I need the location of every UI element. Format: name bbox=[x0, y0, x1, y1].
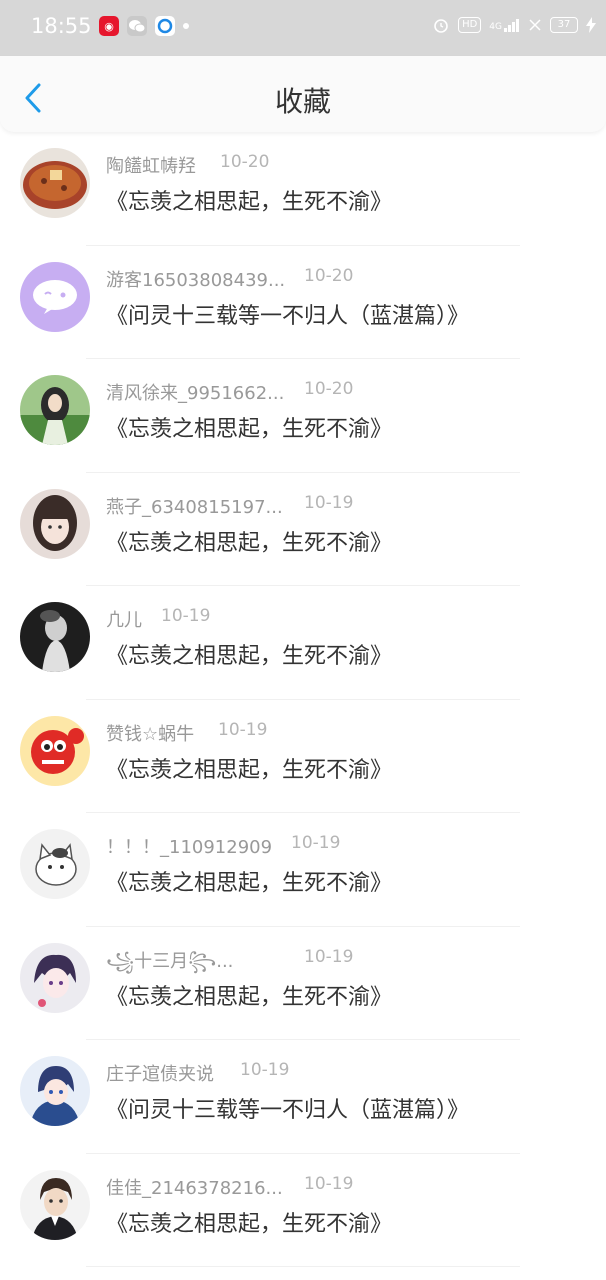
status-time: 18:55 bbox=[31, 14, 92, 38]
item-date: 10-19 bbox=[304, 492, 354, 513]
user-name: 陶饚虹帱羟 bbox=[106, 156, 196, 177]
user-name: ！！！_110912909 bbox=[106, 837, 273, 858]
book-title[interactable]: 《问灵十三载等一不归人（蓝湛篇）》 bbox=[106, 298, 469, 330]
book-title[interactable]: 《忘羡之相思起，生死不渝》 bbox=[106, 979, 392, 1011]
item-date: 10-20 bbox=[220, 152, 270, 172]
user-name: 佳佳_2146378216... bbox=[106, 1177, 283, 1199]
item-date: 10-19 bbox=[291, 833, 341, 853]
more-notifications-dot bbox=[183, 23, 189, 29]
network-type: 4G bbox=[489, 22, 502, 32]
header: 收藏 bbox=[0, 56, 606, 132]
book-title[interactable]: 《问灵十三载等一不归人（蓝湛篇）》 bbox=[106, 1092, 469, 1124]
user-name: 燕子_6340815197... bbox=[106, 496, 283, 518]
divider bbox=[86, 1266, 520, 1267]
user-name: 凣儿 bbox=[106, 610, 142, 631]
avatar bbox=[20, 829, 90, 899]
avatar bbox=[20, 715, 90, 786]
avatar bbox=[20, 602, 90, 672]
hd-badge: HD bbox=[458, 17, 482, 33]
list-item[interactable]: 陶饚虹帱羟 10-20 《忘羡之相思起，生死不渝》 bbox=[0, 132, 606, 246]
wechat-icon bbox=[127, 16, 147, 36]
user-name: 游客16503808439... bbox=[106, 269, 286, 291]
book-title[interactable]: 《忘羡之相思起，生死不渝》 bbox=[106, 638, 392, 670]
item-date: 10-19 bbox=[240, 1060, 290, 1080]
weibo-icon: ◉ bbox=[99, 16, 119, 36]
list-item[interactable]: 凣儿 10-19 《忘羡之相思起，生死不渝》 bbox=[0, 586, 606, 700]
signal-icon bbox=[504, 19, 519, 32]
page-title: 收藏 bbox=[274, 85, 331, 118]
item-date: 10-19 bbox=[161, 606, 211, 626]
list-item[interactable]: 赞钱☆蜗牛 10-19 《忘羡之相思起，生死不渝》 bbox=[0, 700, 606, 813]
notification-icons: ◉ bbox=[99, 16, 189, 36]
item-date: 10-20 bbox=[304, 265, 354, 286]
item-date: 10-20 bbox=[304, 379, 354, 399]
list-item[interactable]: 清风徐来_9951662... 10-20 《忘羡之相思起，生死不渝》 bbox=[0, 359, 606, 473]
avatar bbox=[20, 1056, 90, 1126]
no-signal-icon bbox=[529, 19, 541, 31]
list-item[interactable]: 游客16503808439... 10-20 《问灵十三载等一不归人（蓝湛篇）》 bbox=[0, 246, 606, 359]
book-title[interactable]: 《忘羡之相思起，生死不渝》 bbox=[106, 184, 392, 216]
book-title[interactable]: 《忘羡之相思起，生死不渝》 bbox=[106, 525, 392, 557]
book-title[interactable]: 《忘羡之相思起，生死不渝》 bbox=[106, 411, 392, 443]
list-item[interactable]: 燕子_6340815197... 10-19 《忘羡之相思起，生死不渝》 bbox=[0, 473, 606, 586]
list-item[interactable]: 庄子逭债夹说 10-19 《问灵十三载等一不归人（蓝湛篇）》 bbox=[0, 1040, 606, 1154]
signal-group: 4G bbox=[489, 18, 520, 32]
item-date: 10-19 bbox=[218, 719, 268, 740]
list-item[interactable]: ꧁十三月꧂... 10-19 《忘羡之相思起，生死不渝》 bbox=[0, 927, 606, 1040]
user-name: 庄子逭债夹说 bbox=[106, 1064, 214, 1085]
charging-icon bbox=[586, 17, 596, 33]
battery-icon: 37 bbox=[550, 17, 578, 33]
user-name: 赞钱☆蜗牛 bbox=[106, 723, 195, 745]
status-bar: 18:55 ◉ HD 4G 37 bbox=[0, 0, 606, 56]
avatar bbox=[20, 488, 90, 559]
list-item[interactable]: ！！！_110912909 10-19 《忘羡之相思起，生死不渝》 bbox=[0, 813, 606, 927]
avatar bbox=[20, 261, 90, 332]
browser-icon bbox=[155, 16, 175, 36]
book-title[interactable]: 《忘羡之相思起，生死不渝》 bbox=[106, 865, 392, 897]
alarm-icon bbox=[434, 19, 448, 33]
favorites-list: 陶饚虹帱羟 10-20 《忘羡之相思起，生死不渝》 游客16503808439.… bbox=[0, 132, 606, 1267]
book-title[interactable]: 《忘羡之相思起，生死不渝》 bbox=[106, 1206, 392, 1238]
status-right: HD 4G 37 bbox=[432, 16, 596, 34]
avatar bbox=[20, 148, 90, 218]
avatar bbox=[20, 375, 90, 445]
list-item[interactable]: 佳佳_2146378216... 10-19 《忘羡之相思起，生死不渝》 bbox=[0, 1154, 606, 1267]
item-date: 10-19 bbox=[304, 1173, 354, 1194]
avatar bbox=[20, 1169, 90, 1240]
avatar bbox=[20, 942, 90, 1013]
user-name: 清风徐来_9951662... bbox=[106, 383, 285, 404]
item-date: 10-19 bbox=[304, 946, 354, 967]
book-title[interactable]: 《忘羡之相思起，生死不渝》 bbox=[106, 752, 392, 784]
